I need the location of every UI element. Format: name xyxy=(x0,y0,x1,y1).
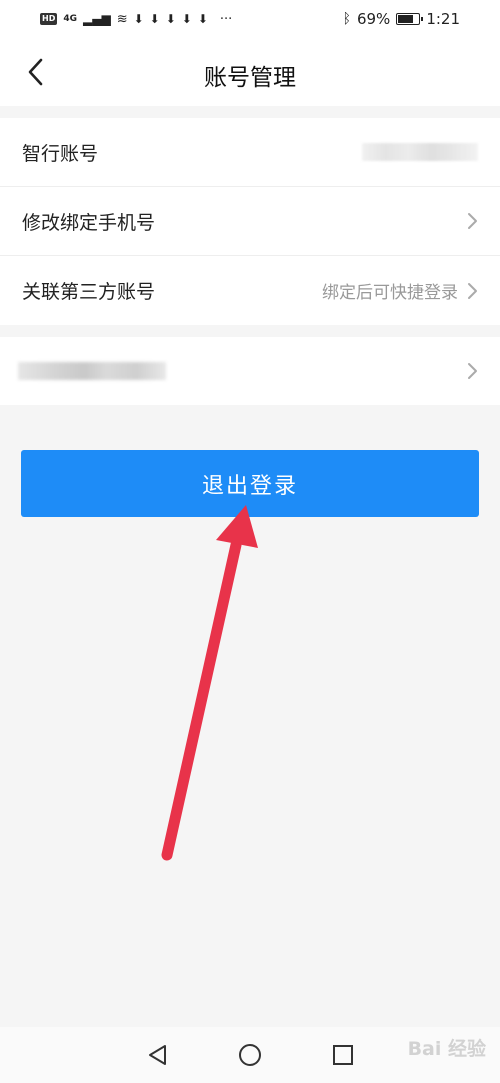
chevron-right-icon xyxy=(468,282,477,299)
chevron-right-icon xyxy=(468,213,477,229)
row-account-id: 智行账号 xyxy=(0,118,500,187)
blurred-account-value xyxy=(362,143,478,161)
nav-home-button[interactable] xyxy=(236,1041,264,1069)
nav-header: 账号管理 xyxy=(0,38,500,106)
arrow-shaft xyxy=(161,539,242,861)
battery-icon xyxy=(396,13,424,25)
wifi-icon: ≋ xyxy=(116,11,128,27)
download-icons: ⬇⬇⬇⬇⬇ xyxy=(133,12,214,26)
row-label-third-party: 关联第三方账号 xyxy=(22,281,156,303)
clock: 1:21 xyxy=(426,10,460,28)
row-value-third-party: 绑定后可快捷登录 xyxy=(322,283,458,303)
signal-bars-icon: ▂▄▆ xyxy=(83,12,111,26)
battery-percent: 69% xyxy=(356,10,391,28)
signal-indicator: 4G xyxy=(63,14,77,24)
row-account-value xyxy=(362,143,478,161)
status-bar: HD 4G ▂▄▆ ≋ ⬇⬇⬇⬇⬇ ··· ᛒ 69% 1:21 xyxy=(0,0,500,38)
nav-back-button[interactable] xyxy=(143,1041,171,1069)
page-title: 账号管理 xyxy=(204,65,296,91)
account-settings-group: 智行账号 修改绑定手机号 关联第三方账号 绑定后可快捷登录 xyxy=(0,118,500,325)
triangle-back-icon xyxy=(148,1045,166,1065)
blurred-settings-row[interactable] xyxy=(0,337,500,405)
logout-button[interactable]: 退出登录 xyxy=(21,450,479,517)
row-change-phone[interactable]: 修改绑定手机号 xyxy=(0,187,500,256)
row-label-account: 智行账号 xyxy=(22,142,99,165)
circle-home-icon xyxy=(238,1044,261,1066)
row-link-third-party[interactable]: 关联第三方账号 绑定后可快捷登录 xyxy=(0,256,500,325)
watermark: Bai 经验 xyxy=(407,1038,486,1060)
row-label-change-phone: 修改绑定手机号 xyxy=(22,211,156,234)
row-change-phone-right xyxy=(466,211,478,231)
hd-badge: HD xyxy=(40,13,58,25)
bluetooth-icon: ᛒ xyxy=(342,11,351,27)
row-third-party-right: 绑定后可快捷登录 xyxy=(322,278,478,303)
square-recents-icon xyxy=(333,1045,354,1065)
chevron-right-icon xyxy=(468,363,477,379)
status-left: HD 4G ▂▄▆ ≋ ⬇⬇⬇⬇⬇ ··· xyxy=(40,12,232,27)
blurred-row-label xyxy=(18,362,166,380)
status-right: ᛒ 69% 1:21 xyxy=(343,10,460,28)
nav-recents-button[interactable] xyxy=(329,1041,357,1069)
more-notifications-icon: ··· xyxy=(219,11,233,27)
